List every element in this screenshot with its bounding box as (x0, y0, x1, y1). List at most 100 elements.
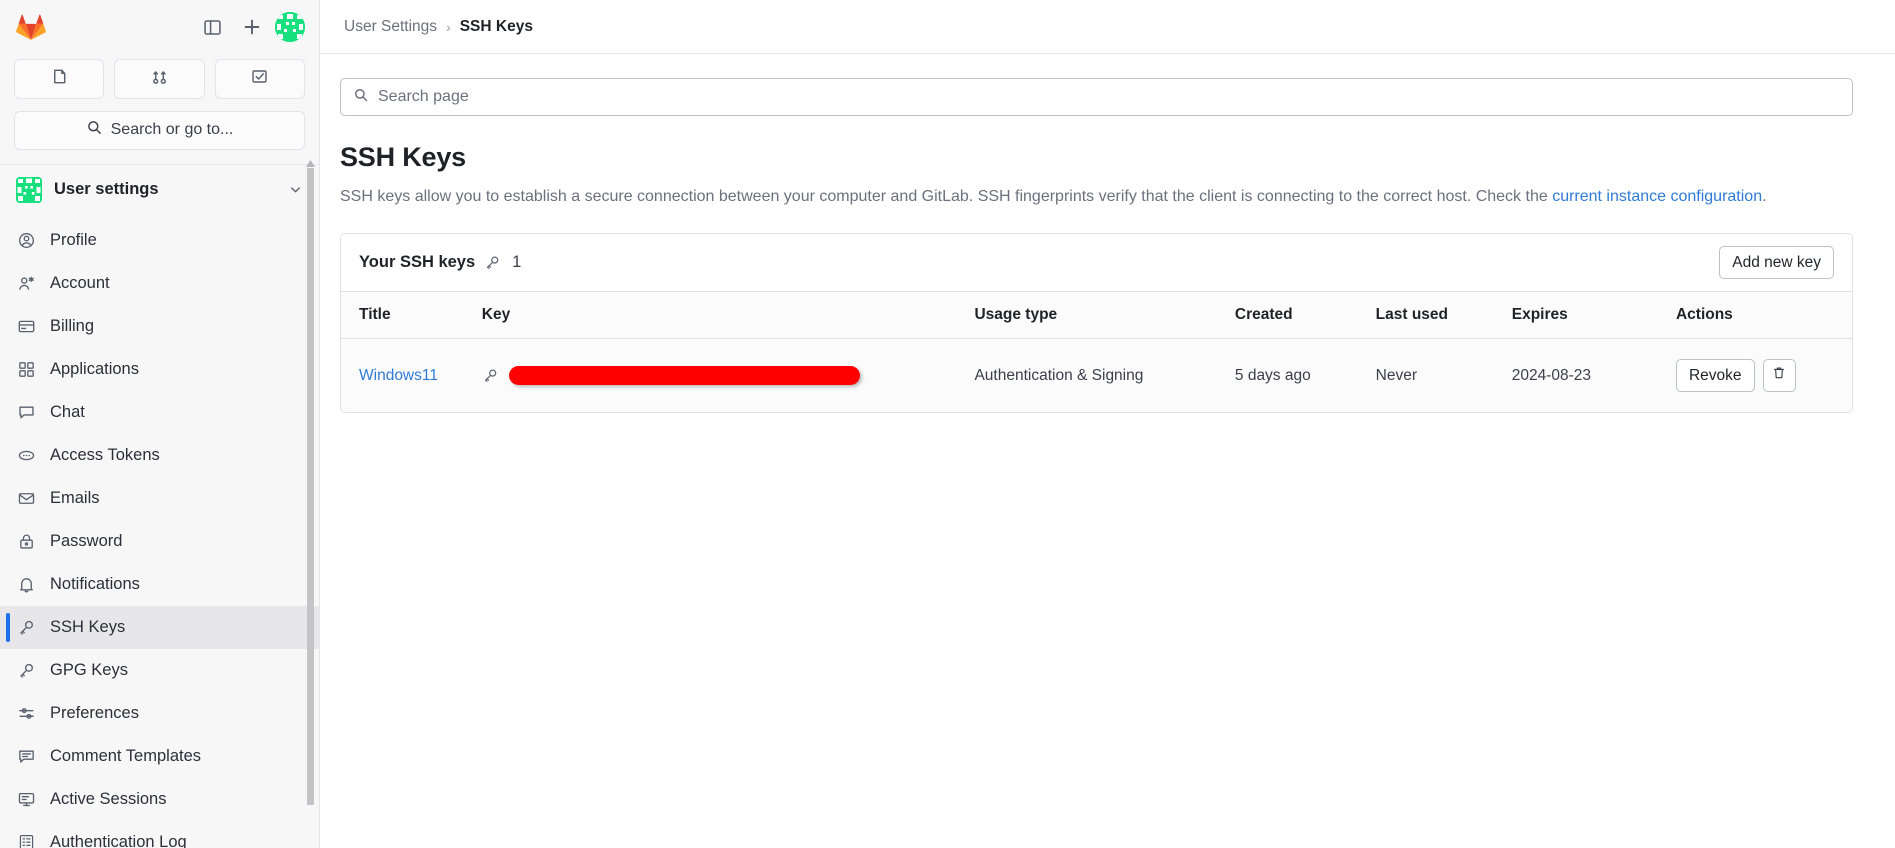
sidebar-item-todos[interactable] (214, 58, 305, 99)
sidebar-item-billing[interactable]: Billing (0, 305, 319, 348)
column-header-title: Title (341, 292, 482, 339)
user-avatar[interactable] (275, 12, 305, 43)
sidebar: Search or go to... User settings Profile… (0, 0, 320, 848)
account-icon (16, 274, 36, 294)
search-or-go-to-button[interactable]: Search or go to... (14, 110, 305, 150)
key-icon (16, 661, 36, 681)
log-list-icon (16, 833, 36, 848)
billing-card-icon (16, 317, 36, 337)
sidebar-item-label: Active Sessions (50, 790, 167, 809)
column-header-key: Key (481, 292, 975, 339)
sidebar-item-label: Password (50, 532, 123, 551)
sidebar-item-emails[interactable]: Emails (0, 477, 319, 520)
sidebar-item-label: GPG Keys (50, 661, 128, 680)
sidebar-item-access-tokens[interactable]: Access Tokens (0, 434, 319, 477)
sidebar-item-label: Applications (50, 360, 139, 379)
sidebar-header (0, 0, 319, 55)
key-icon (16, 618, 36, 638)
key-fingerprint (482, 366, 975, 385)
search-icon (86, 119, 103, 141)
sidebar-context-title: User settings (54, 180, 159, 199)
main-content: User Settings › SSH Keys SSH Keys SSH ke… (320, 0, 1895, 848)
sidebar-item-label: Billing (50, 317, 95, 336)
ssh-keys-count: 1 (512, 253, 522, 271)
cell-key (481, 338, 975, 412)
preferences-icon (16, 704, 36, 724)
applications-icon (16, 360, 36, 380)
sidebar-item-label: Account (50, 274, 110, 293)
sidebar-item-chat[interactable]: Chat (0, 391, 319, 434)
add-new-key-button[interactable]: Add new key (1719, 246, 1834, 279)
sidebar-item-applications[interactable]: Applications (0, 348, 319, 391)
ssh-key-title-link[interactable]: Windows11 (359, 367, 438, 384)
page-search[interactable] (340, 78, 1853, 116)
cell-actions: Revoke (1675, 338, 1852, 412)
sidebar-item-preferences[interactable]: Preferences (0, 692, 319, 735)
sidebar-item-gpg-keys[interactable]: GPG Keys (0, 649, 319, 692)
redaction-bar (508, 366, 860, 385)
trash-icon (1771, 365, 1787, 386)
key-icon (482, 367, 499, 384)
revoke-button[interactable]: Revoke (1675, 359, 1755, 392)
column-header-usage-type: Usage type (974, 292, 1235, 339)
page-description-period: . (1762, 188, 1767, 205)
your-ssh-keys-label: Your SSH keys (359, 253, 476, 271)
sidebar-item-authentication-log[interactable]: Authentication Log (0, 821, 319, 848)
plus-icon[interactable] (235, 10, 269, 44)
sidebar-item-label: Access Tokens (50, 446, 160, 465)
sidebar-item-label: SSH Keys (50, 618, 126, 637)
ssh-keys-table-head: Title Key Usage type Created Last used E… (341, 292, 1852, 339)
issues-icon (50, 67, 69, 91)
sidebar-item-notifications[interactable]: Notifications (0, 563, 319, 606)
ssh-keys-card: Your SSH keys 1 Add new key Title Key Us… (340, 233, 1853, 413)
cell-usage-type: Authentication & Signing (974, 338, 1235, 412)
sidebar-item-issues[interactable] (14, 58, 105, 99)
sidebar-item-label: Preferences (50, 704, 139, 723)
sidebar-scrollbar[interactable] (307, 168, 314, 805)
breadcrumb: User Settings › SSH Keys (320, 0, 1895, 54)
column-header-created: Created (1234, 292, 1376, 339)
column-header-actions: Actions (1675, 292, 1852, 339)
cell-created: 5 days ago (1234, 338, 1376, 412)
ssh-keys-table: Title Key Usage type Created Last used E… (341, 292, 1852, 412)
sidebar-item-merge-requests[interactable] (114, 58, 205, 99)
row-actions: Revoke (1675, 359, 1852, 392)
sidebar-item-account[interactable]: Account (0, 262, 319, 305)
sidebar-item-comment-templates[interactable]: Comment Templates (0, 735, 319, 778)
sidebar-item-active-sessions[interactable]: Active Sessions (0, 778, 319, 821)
cell-last-used: Never (1375, 338, 1512, 412)
breadcrumb-current[interactable]: SSH Keys (460, 18, 533, 36)
table-row: Windows11 Authentication & Signing 5 day… (341, 338, 1852, 412)
chat-bubble-icon (16, 403, 36, 423)
sidebar-item-profile[interactable]: Profile (0, 219, 319, 262)
page-title: SSH Keys (340, 142, 466, 172)
sidebar-item-ssh-keys[interactable]: SSH Keys (0, 606, 319, 650)
scroll-up-arrow-icon[interactable] (305, 155, 316, 167)
page-description-text: SSH keys allow you to establish a secure… (340, 188, 1553, 205)
sidebar-quick-actions (0, 55, 319, 99)
app-root: Search or go to... User settings Profile… (0, 0, 1895, 848)
bell-icon (16, 575, 36, 595)
cell-title: Windows11 (341, 338, 482, 412)
profile-icon (16, 231, 36, 251)
delete-key-button[interactable] (1762, 359, 1796, 392)
sidebar-context-switcher[interactable]: User settings (0, 165, 319, 216)
lock-icon (16, 532, 36, 552)
gitlab-logo-icon[interactable] (16, 12, 46, 42)
sidebar-item-password[interactable]: Password (0, 520, 319, 563)
sidebar-item-label: Notifications (50, 575, 140, 594)
sidebar-item-label: Comment Templates (50, 747, 202, 766)
chevron-down-icon[interactable] (288, 182, 303, 197)
sidebar-item-label: Chat (50, 403, 85, 422)
envelope-icon (16, 489, 36, 509)
column-header-last-used: Last used (1375, 292, 1512, 339)
search-icon (353, 87, 369, 108)
panel-toggle-icon[interactable] (195, 10, 229, 44)
breadcrumb-parent[interactable]: User Settings (344, 18, 437, 36)
current-instance-configuration-link[interactable]: current instance configuration (1552, 188, 1762, 205)
table-header-row: Title Key Usage type Created Last used E… (341, 292, 1852, 339)
breadcrumb-separator-icon: › (446, 18, 451, 35)
token-icon (16, 446, 36, 466)
search-input[interactable] (378, 88, 1840, 106)
column-header-expires: Expires (1511, 292, 1676, 339)
